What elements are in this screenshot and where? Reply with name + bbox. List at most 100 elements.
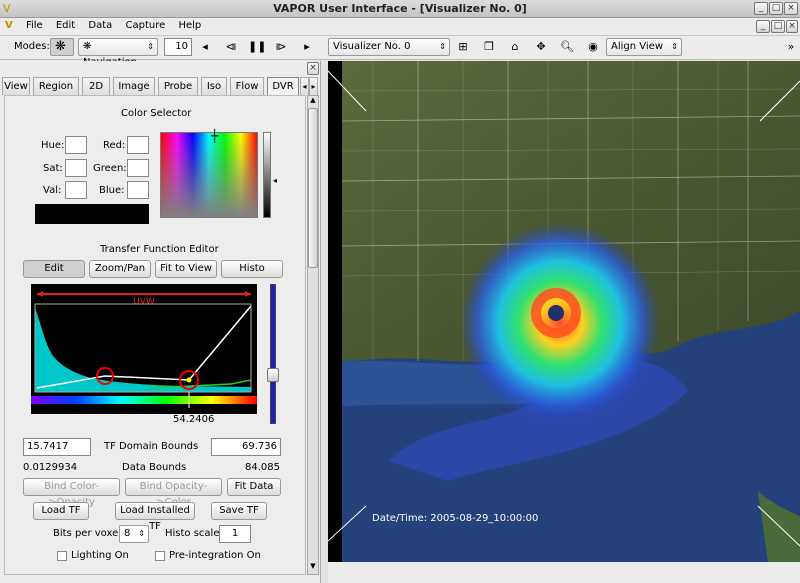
home-icon[interactable]: ⌂ bbox=[506, 38, 524, 56]
tf-domain-bounds-label: TF Domain Bounds bbox=[104, 441, 199, 452]
lighting-checkbox[interactable] bbox=[57, 551, 67, 561]
bits-per-voxel-select[interactable]: 8 ⇕ bbox=[119, 525, 149, 543]
bits-per-voxel-value: 8 bbox=[124, 528, 131, 539]
color-preview-swatch bbox=[35, 204, 149, 224]
fit-to-view-button[interactable]: Fit to View bbox=[155, 260, 217, 278]
opacity-scale-slider[interactable] bbox=[270, 284, 276, 424]
crosshair-icon: ┼ bbox=[211, 129, 219, 143]
histo-scale-input[interactable]: 1 bbox=[219, 525, 251, 543]
scrollbar-thumb[interactable] bbox=[308, 108, 318, 268]
menu-help[interactable]: Help bbox=[173, 18, 206, 33]
menu-data[interactable]: Data bbox=[83, 18, 117, 33]
opacity-scale-handle[interactable] bbox=[267, 368, 279, 382]
tab-image[interactable]: Image bbox=[113, 77, 155, 95]
chevron-updown-icon: ⇕ bbox=[147, 42, 154, 51]
green-label: Green: bbox=[93, 163, 127, 174]
menu-file[interactable]: File bbox=[21, 18, 48, 33]
mdi-close-icon[interactable]: × bbox=[786, 20, 798, 33]
zoom-pan-button[interactable]: Zoom/Pan bbox=[89, 260, 151, 278]
chevron-updown-icon: ⇕ bbox=[671, 42, 678, 51]
data-min-value: 0.0129934 bbox=[23, 462, 78, 473]
mdi-restore-icon[interactable]: □ bbox=[771, 20, 785, 33]
menu-edit[interactable]: Edit bbox=[51, 18, 80, 33]
colormap-bar bbox=[31, 396, 257, 404]
visualizer-scene: Date/Time: 2005-08-29_10:00:00 bbox=[328, 61, 800, 562]
frame-input[interactable]: 10 bbox=[164, 38, 192, 56]
sat-label: Sat: bbox=[43, 163, 63, 174]
mode-navigate-icon-button[interactable]: ❋ bbox=[50, 38, 74, 56]
hurricane-eye bbox=[548, 305, 564, 321]
dvr-content: Color Selector Hue: Red: Sat: Green: Val… bbox=[4, 95, 306, 575]
preintegration-checkbox[interactable] bbox=[155, 551, 165, 561]
color-selector-title: Color Selector bbox=[121, 108, 192, 119]
mode-icon: ❋ bbox=[83, 41, 92, 52]
scroll-up-icon[interactable]: ▲ bbox=[308, 96, 318, 106]
go-to-end-icon[interactable]: ⧐ bbox=[272, 38, 290, 56]
red-label: Red: bbox=[103, 140, 126, 151]
value-slider[interactable] bbox=[263, 132, 271, 218]
hurricane-volume bbox=[460, 223, 660, 423]
fit-data-button[interactable]: Fit Data bbox=[227, 478, 281, 496]
selected-control-point bbox=[186, 377, 192, 383]
sat-input[interactable] bbox=[65, 159, 87, 177]
bits-per-voxel-label: Bits per voxel bbox=[53, 528, 122, 539]
grid-icon[interactable]: ⊞ bbox=[454, 38, 472, 56]
mdi-minimize-icon[interactable]: _ bbox=[756, 20, 770, 33]
mode-select[interactable]: ❋ Navigation⇕ bbox=[78, 38, 158, 68]
layers-icon[interactable]: ❐ bbox=[480, 38, 498, 56]
toolbar: Modes: ❋ ❋ Navigation⇕ 10 ◂ ⧏ ❚❚ ⧐ ▸ Vis… bbox=[0, 36, 800, 68]
tab-scroll-left-icon[interactable]: ◂ bbox=[300, 77, 309, 95]
blue-input[interactable] bbox=[127, 181, 149, 199]
data-max-value: 84.085 bbox=[245, 462, 280, 473]
minimize-icon[interactable]: _ bbox=[754, 2, 768, 15]
tf-domain-max-input[interactable]: 69.736 bbox=[211, 438, 281, 456]
hue-sat-picker[interactable]: ┼ bbox=[160, 129, 258, 218]
maximize-icon[interactable]: □ bbox=[769, 2, 783, 15]
align-view-select[interactable]: Align View ⇕ bbox=[606, 38, 682, 56]
edit-button[interactable]: Edit bbox=[23, 260, 85, 278]
visualizer-canvas[interactable]: Date/Time: 2005-08-29_10:00:00 bbox=[328, 61, 800, 562]
scroll-down-icon[interactable]: ▼ bbox=[308, 562, 318, 572]
center-view-icon[interactable]: ✥ bbox=[532, 38, 550, 56]
load-installed-tf-button[interactable]: Load Installed TF bbox=[115, 502, 195, 532]
visualizer-select[interactable]: Visualizer No. 0 ⇕ bbox=[328, 38, 450, 56]
tab-dvr[interactable]: DVR bbox=[267, 77, 299, 96]
tab-iso[interactable]: Iso bbox=[201, 77, 227, 95]
hue-input[interactable] bbox=[65, 136, 87, 154]
blue-label: Blue: bbox=[99, 185, 125, 196]
tab-region[interactable]: Region bbox=[33, 77, 79, 95]
save-tf-button[interactable]: Save TF bbox=[211, 502, 267, 520]
bind-opacity-color-button[interactable]: Bind Opacity->Color bbox=[125, 478, 222, 508]
panel-close-icon[interactable]: × bbox=[307, 62, 319, 75]
panel-scrollbar[interactable]: ▲ ▼ bbox=[307, 95, 319, 575]
val-label: Val: bbox=[43, 185, 62, 196]
menu-capture[interactable]: Capture bbox=[121, 18, 171, 33]
tab-2d[interactable]: 2D bbox=[82, 77, 110, 95]
tf-domain-min-input[interactable]: 15.7417 bbox=[23, 438, 91, 456]
zoom-icon[interactable]: 🔍︎ bbox=[558, 38, 576, 56]
step-back-icon[interactable]: ◂ bbox=[196, 38, 214, 56]
chevron-updown-icon: ⇕ bbox=[439, 42, 446, 51]
tab-flow[interactable]: Flow bbox=[230, 77, 264, 95]
bind-color-opacity-button[interactable]: Bind Color->Opacity bbox=[23, 478, 120, 508]
tf-editor-canvas[interactable]: UVW bbox=[31, 284, 257, 414]
val-input[interactable] bbox=[65, 181, 87, 199]
tab-view[interactable]: View bbox=[2, 77, 30, 95]
green-input[interactable] bbox=[127, 159, 149, 177]
align-view-value: Align View bbox=[611, 41, 663, 52]
tab-scroll-right-icon[interactable]: ▸ bbox=[309, 77, 318, 95]
visualizer-value: Visualizer No. 0 bbox=[333, 41, 411, 52]
pause-icon[interactable]: ❚❚ bbox=[248, 38, 266, 56]
tab-probe[interactable]: Probe bbox=[158, 77, 198, 95]
red-input[interactable] bbox=[127, 136, 149, 154]
histo-scale-label: Histo scale bbox=[165, 528, 220, 539]
panel-splitter[interactable] bbox=[321, 61, 328, 583]
play-icon[interactable]: ▸ bbox=[298, 38, 316, 56]
close-icon[interactable]: × bbox=[784, 2, 798, 15]
datetime-annotation: Date/Time: 2005-08-29_10:00:00 bbox=[372, 513, 538, 524]
eye-icon[interactable]: ◉ bbox=[584, 38, 602, 56]
histo-button[interactable]: Histo bbox=[221, 260, 283, 278]
load-tf-button[interactable]: Load TF bbox=[33, 502, 89, 520]
go-to-start-icon[interactable]: ⧏ bbox=[222, 38, 240, 56]
toolbar-overflow-icon[interactable]: » bbox=[782, 38, 800, 56]
